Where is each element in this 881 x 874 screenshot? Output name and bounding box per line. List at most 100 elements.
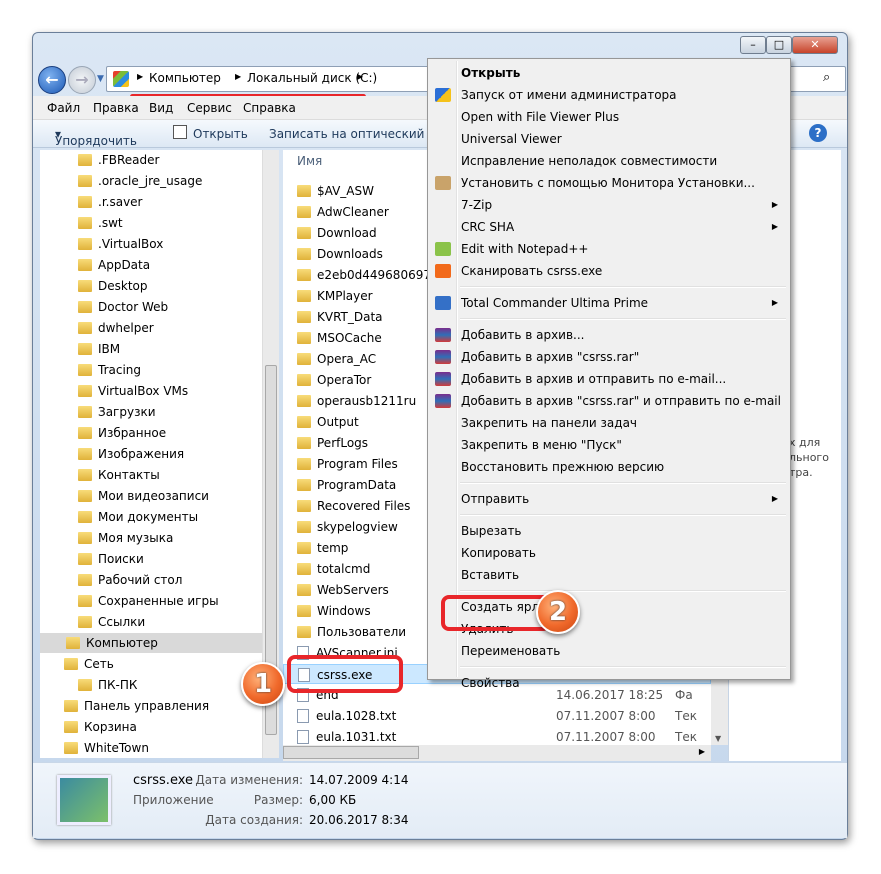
- menu-help[interactable]: Справка: [243, 101, 296, 115]
- context-item-добавить-в-архив-csrss-rar[interactable]: Добавить в архив "csrss.rar": [430, 346, 788, 368]
- context-item-label: Запуск от имени администратора: [461, 88, 677, 102]
- context-item-open-with-file-viewer-plus[interactable]: Open with File Viewer Plus: [430, 106, 788, 128]
- nav-item[interactable]: ПК-ПК: [78, 675, 137, 695]
- folder-icon: [297, 332, 311, 344]
- context-item-вставить[interactable]: Вставить: [430, 564, 788, 586]
- nav-item[interactable]: Корзина: [64, 717, 137, 737]
- file-name: Output: [317, 415, 359, 429]
- close-button[interactable]: ✕: [792, 36, 838, 54]
- search-icon[interactable]: ⌕: [823, 70, 830, 85]
- preview-text: х для: [789, 436, 821, 449]
- nav-item[interactable]: Мои документы: [78, 507, 198, 527]
- nav-item[interactable]: AppData: [78, 255, 150, 275]
- context-item-открыть[interactable]: Открыть: [430, 62, 788, 84]
- nav-item[interactable]: Doctor Web: [78, 297, 168, 317]
- nav-item[interactable]: .r.saver: [78, 192, 142, 212]
- step-badge-1: 1: [241, 662, 285, 706]
- context-item-сканировать-csrss-exe[interactable]: Сканировать csrss.exe: [430, 260, 788, 282]
- menu-edit[interactable]: Правка: [93, 101, 139, 115]
- submenu-arrow-icon: ▶: [771, 200, 778, 209]
- nav-item[interactable]: Изображения: [78, 444, 184, 464]
- menu-tools[interactable]: Сервис: [187, 101, 232, 115]
- context-item-переименовать[interactable]: Переименовать: [430, 640, 788, 662]
- forward-button[interactable]: →: [68, 66, 96, 94]
- file-name: AdwCleaner: [317, 205, 389, 219]
- nav-item[interactable]: Компьютер: [40, 633, 262, 653]
- minimize-button[interactable]: –: [740, 36, 766, 54]
- maximize-button[interactable]: □: [766, 36, 792, 54]
- context-item-запуск-от-имени-администратора[interactable]: Запуск от имени администратора: [430, 84, 788, 106]
- details-modified-label: Дата изменения:: [195, 773, 303, 787]
- folder-icon: [78, 259, 92, 271]
- context-item-установить-с-помощью-монитора-установки[interactable]: Установить с помощью Монитора Установки.…: [430, 172, 788, 194]
- context-item-восстановить-прежнюю-версию[interactable]: Восстановить прежнюю версию: [430, 456, 788, 478]
- back-button[interactable]: ←: [38, 66, 66, 94]
- nav-item[interactable]: IBM: [78, 339, 120, 359]
- recent-pages-dropdown[interactable]: ▼: [97, 74, 104, 84]
- nav-item[interactable]: Избранное: [78, 423, 166, 443]
- scroll-right-icon[interactable]: ▶: [699, 747, 705, 756]
- context-item-добавить-в-архив-csrss-rar-и-отправить-по-e-mail[interactable]: Добавить в архив "csrss.rar" и отправить…: [430, 390, 788, 412]
- file-type: Тек: [675, 730, 697, 744]
- nav-item[interactable]: dwhelper: [78, 318, 154, 338]
- nav-item[interactable]: WhiteTown: [64, 738, 149, 758]
- nav-item[interactable]: .FBReader: [78, 150, 159, 170]
- context-item-7-zip[interactable]: 7-Zip ▶: [430, 194, 788, 216]
- nav-item[interactable]: Поиски: [78, 549, 144, 569]
- folder-icon: [78, 616, 92, 628]
- folder-icon: [78, 427, 92, 439]
- context-item-total-commander-ultima-prime[interactable]: Total Commander Ultima Prime ▶: [430, 292, 788, 314]
- folder-icon: [297, 584, 311, 596]
- context-item-crc-sha[interactable]: CRC SHA ▶: [430, 216, 788, 238]
- nav-item[interactable]: Tracing: [78, 360, 141, 380]
- nav-item[interactable]: .oracle_jre_usage: [78, 171, 202, 191]
- nav-item[interactable]: Рабочий стол: [78, 570, 182, 590]
- chevron-right-icon[interactable]: ▶: [357, 72, 363, 81]
- context-item-закрепить-на-панели-задач[interactable]: Закрепить на панели задач: [430, 412, 788, 434]
- folder-icon: [297, 437, 311, 449]
- file-row[interactable]: eula.1028.txt 07.11.2007 8:00 Тек: [283, 706, 711, 726]
- scroll-down-icon[interactable]: ▼: [715, 734, 721, 743]
- context-item-свойства[interactable]: Свойства: [430, 672, 788, 694]
- breadcrumb-computer[interactable]: Компьютер: [149, 71, 221, 85]
- menu-view[interactable]: Вид: [149, 101, 173, 115]
- nav-item[interactable]: Контакты: [78, 465, 160, 485]
- nav-item[interactable]: VirtualBox VMs: [78, 381, 188, 401]
- open-button[interactable]: Открыть: [193, 127, 248, 141]
- h-scroll-thumb[interactable]: [283, 746, 419, 759]
- open-icon: [173, 125, 187, 139]
- nav-item[interactable]: .swt: [78, 213, 123, 233]
- help-icon[interactable]: ?: [809, 124, 827, 142]
- context-item-edit-with-notepad[interactable]: Edit with Notepad++: [430, 238, 788, 260]
- context-item-вырезать[interactable]: Вырезать: [430, 520, 788, 542]
- organize-button[interactable]: Упорядочить ▾: [55, 127, 137, 148]
- nav-item[interactable]: Ссылки: [78, 612, 145, 632]
- menu-separator: [460, 514, 786, 516]
- menu-file[interactable]: Файл: [47, 101, 80, 115]
- installer-icon: [435, 176, 451, 190]
- nav-item[interactable]: Desktop: [78, 276, 148, 296]
- folder-icon: [78, 385, 92, 397]
- folder-icon: [78, 175, 92, 187]
- context-item-добавить-в-архив[interactable]: Добавить в архив...: [430, 324, 788, 346]
- nav-item[interactable]: Загрузки: [78, 402, 156, 422]
- context-item-добавить-в-архив-и-отправить-по-e-mail[interactable]: Добавить в архив и отправить по e-mail..…: [430, 368, 788, 390]
- folder-icon: [78, 196, 92, 208]
- nav-item-label: .VirtualBox: [98, 237, 164, 251]
- context-item-копировать[interactable]: Копировать: [430, 542, 788, 564]
- horizontal-scrollbar[interactable]: ▶: [283, 745, 711, 761]
- nav-item[interactable]: Сеть: [64, 654, 114, 674]
- nav-item[interactable]: .VirtualBox: [78, 234, 163, 254]
- context-item-отправить[interactable]: Отправить ▶: [430, 488, 788, 510]
- nav-item[interactable]: Панель управления: [64, 696, 209, 716]
- column-header-name[interactable]: Имя: [297, 154, 322, 168]
- nav-item[interactable]: Мои видеозаписи: [78, 486, 209, 506]
- nav-item[interactable]: Моя музыка: [78, 528, 173, 548]
- context-item-universal-viewer[interactable]: Universal Viewer: [430, 128, 788, 150]
- nav-item[interactable]: Сохраненные игры: [78, 591, 219, 611]
- context-item-закрепить-в-меню-пуск[interactable]: Закрепить в меню "Пуск": [430, 434, 788, 456]
- burn-button[interactable]: Записать на оптический дис: [269, 127, 451, 141]
- file-row[interactable]: eula.1031.txt 07.11.2007 8:00 Тек: [283, 727, 711, 745]
- nav-item-label: Моя музыка: [98, 531, 174, 545]
- context-item-исправление-неполадок-совместимости[interactable]: Исправление неполадок совместимости: [430, 150, 788, 172]
